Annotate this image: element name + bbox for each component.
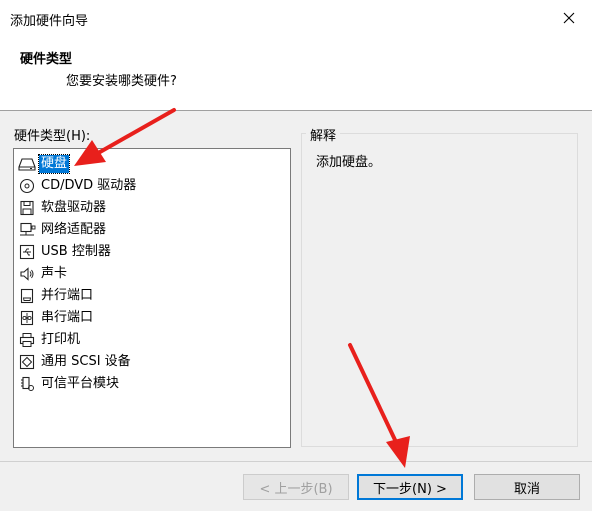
- list-item-label: 软盘驱动器: [41, 200, 107, 215]
- list-item-serial-port[interactable]: 串行端口: [18, 308, 95, 328]
- list-item-label: 并行端口: [41, 288, 94, 303]
- speaker-icon: [18, 265, 36, 283]
- page-title: 硬件类型: [20, 52, 73, 67]
- list-item-floppy[interactable]: 软盘驱动器: [18, 198, 108, 218]
- usb-icon: [18, 243, 36, 261]
- list-item-label: 网络适配器: [41, 222, 107, 237]
- back-button[interactable]: < 上一步(B): [243, 474, 349, 500]
- hard-disk-icon: [18, 155, 36, 173]
- list-item-label: 打印机: [41, 332, 81, 347]
- tpm-icon: [18, 375, 36, 393]
- cancel-button[interactable]: 取消: [474, 474, 580, 500]
- list-item-label: 声卡: [41, 266, 68, 281]
- list-item-printer[interactable]: 打印机: [18, 330, 82, 350]
- cd-dvd-icon: [18, 177, 36, 195]
- parallel-port-icon: [18, 287, 36, 305]
- network-adapter-icon: [18, 221, 36, 239]
- list-item-network-adapter[interactable]: 网络适配器: [18, 220, 108, 240]
- close-icon: [563, 12, 575, 24]
- list-item-label: 硬盘: [37, 154, 71, 174]
- floppy-icon: [18, 199, 36, 217]
- title-bar: 添加硬件向导: [0, 0, 592, 36]
- explanation-text: 添加硬盘。: [316, 155, 382, 170]
- list-item-generic-scsi[interactable]: 通用 SCSI 设备: [18, 352, 133, 372]
- scsi-icon: [18, 353, 36, 371]
- page-subtitle: 您要安装哪类硬件?: [66, 74, 177, 89]
- list-item-label: 通用 SCSI 设备: [41, 354, 131, 369]
- list-item-usb-controller[interactable]: USB 控制器: [18, 242, 113, 262]
- hardware-type-label: 硬件类型(H):: [14, 129, 91, 144]
- list-item-label: 可信平台模块: [41, 376, 120, 391]
- list-item-cd-dvd[interactable]: CD/DVD 驱动器: [18, 176, 138, 196]
- list-item-label: CD/DVD 驱动器: [41, 178, 137, 193]
- list-item-tpm[interactable]: 可信平台模块: [18, 374, 121, 394]
- printer-icon: [18, 331, 36, 349]
- hardware-type-list[interactable]: 硬盘 CD/DVD 驱动器 软盘驱动器 网络适配器 USB 控制器 声卡 并行端…: [13, 148, 291, 448]
- list-item-label: USB 控制器: [41, 244, 111, 259]
- close-button[interactable]: [546, 0, 592, 36]
- explanation-group: [301, 133, 578, 447]
- list-item-label: 串行端口: [41, 310, 94, 325]
- list-item-parallel-port[interactable]: 并行端口: [18, 286, 95, 306]
- window-title: 添加硬件向导: [10, 14, 89, 29]
- explanation-title: 解释: [306, 125, 341, 144]
- wizard-header: 硬件类型 您要安装哪类硬件?: [0, 36, 592, 110]
- list-item-sound-card[interactable]: 声卡: [18, 264, 69, 284]
- list-item-hard-disk[interactable]: 硬盘: [18, 154, 71, 174]
- serial-port-icon: [18, 309, 36, 327]
- next-button[interactable]: 下一步(N) >: [357, 474, 463, 500]
